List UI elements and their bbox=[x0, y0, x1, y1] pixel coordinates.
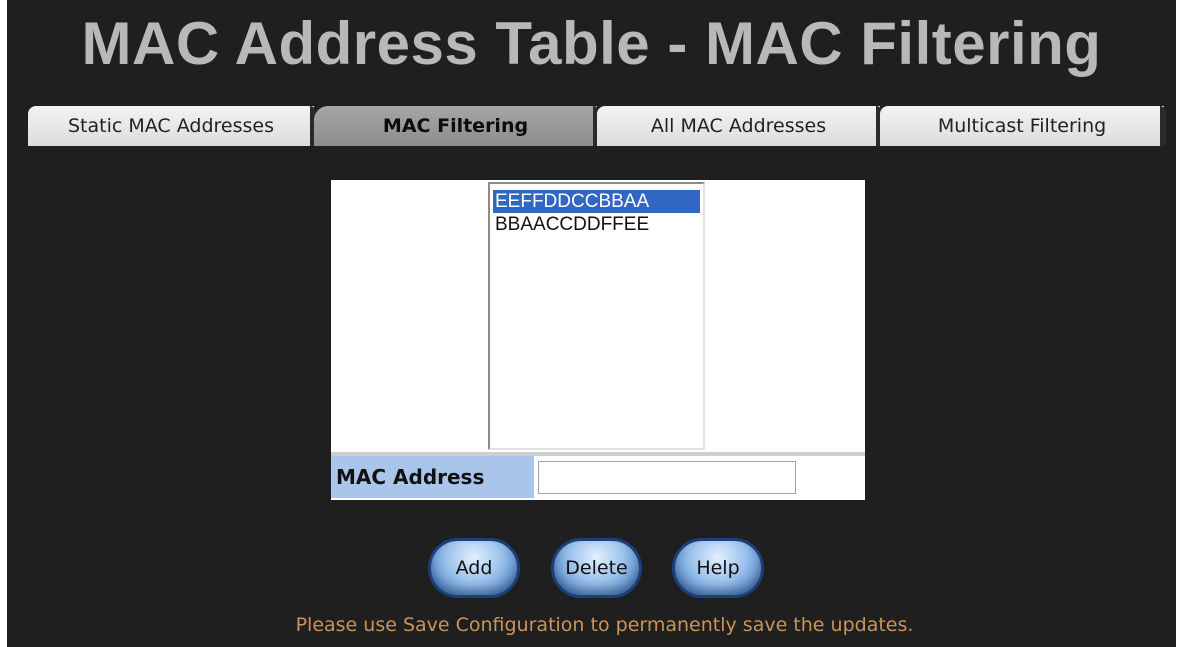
help-button[interactable]: Help bbox=[672, 538, 764, 598]
mac-filter-panel: EEFFDDCCBBAA BBAACCDDFFEE MAC Address bbox=[331, 180, 865, 500]
save-reminder-note: Please use Save Configuration to permane… bbox=[295, 614, 914, 636]
tab-label: MAC Filtering bbox=[382, 115, 529, 137]
tab-label: Static MAC Addresses bbox=[68, 115, 274, 137]
tab-all-mac-addresses[interactable]: All MAC Addresses bbox=[597, 106, 882, 146]
delete-button[interactable]: Delete bbox=[551, 538, 642, 598]
tab-label: Multicast Filtering bbox=[937, 115, 1107, 137]
tab-mac-filtering[interactable]: MAC Filtering bbox=[314, 106, 599, 146]
list-item[interactable]: BBAACCDDFFEE bbox=[493, 213, 700, 236]
tab-multicast-filtering[interactable]: Multicast Filtering bbox=[880, 106, 1166, 146]
tab-edge bbox=[1160, 106, 1166, 146]
page-title: MAC Address Table - MAC Filtering bbox=[81, 10, 1102, 77]
tab-label: All MAC Addresses bbox=[650, 115, 827, 137]
page: MAC Address Table - MAC Filtering Static… bbox=[7, 0, 1176, 647]
mac-address-label: MAC Address bbox=[331, 456, 534, 498]
tab-static-mac-addresses[interactable]: Static MAC Addresses bbox=[28, 106, 316, 146]
mac-address-input[interactable] bbox=[538, 461, 796, 494]
add-button[interactable]: Add bbox=[428, 538, 520, 598]
tab-bar: Static MAC Addresses MAC Filtering All M… bbox=[28, 106, 1176, 146]
list-item[interactable]: EEFFDDCCBBAA bbox=[493, 190, 700, 213]
mac-address-list[interactable]: EEFFDDCCBBAA BBAACCDDFFEE bbox=[488, 182, 705, 450]
